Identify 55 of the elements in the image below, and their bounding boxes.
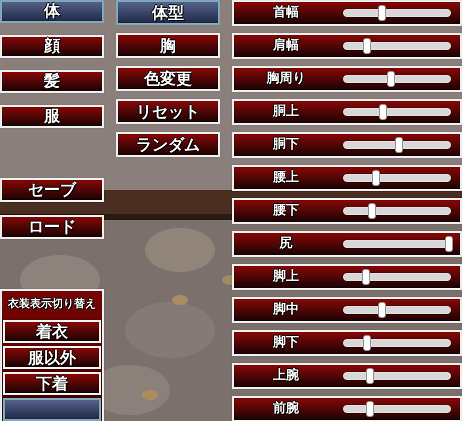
slider-thumb[interactable] [395,137,404,153]
slider-label: 上腕 [272,366,300,386]
slider[interactable] [343,137,451,153]
sub-tab[interactable]: ランダム [116,132,220,157]
slider-thumb[interactable] [366,368,374,384]
slider[interactable] [343,302,451,318]
outfit-option[interactable] [3,398,101,421]
sub-tab[interactable]: 胸 [116,33,220,58]
slider-thumb[interactable] [362,269,370,285]
category-tab[interactable]: 髪 [0,70,104,93]
slider-thumb[interactable] [378,302,386,318]
slider[interactable] [343,335,451,351]
slider-label: 尻 [278,235,294,254]
panel-title: 衣装表示切り替え [6,296,97,312]
save-button[interactable]: セーブ [0,178,104,202]
slider[interactable] [343,368,451,384]
slider-thumb[interactable] [386,71,395,87]
sub-tab[interactable]: 体型 [116,0,220,25]
slider-label: 胸周り [265,70,306,88]
sub-tab[interactable]: 色変更 [116,66,220,91]
slider-label: 腰下 [272,202,300,220]
slider-label: 脚下 [272,334,300,352]
slider[interactable] [343,38,451,54]
slider-thumb[interactable] [372,170,380,186]
slider[interactable] [343,203,451,219]
slider-label: 脚上 [272,268,300,286]
load-button[interactable]: ロード [0,214,104,238]
slider-thumb[interactable] [362,38,371,54]
slider[interactable] [343,104,451,120]
sub-tab[interactable]: リセット [116,99,220,124]
outfit-option[interactable]: 服以外 [3,346,101,369]
slider[interactable] [343,71,451,87]
slider[interactable] [343,236,451,252]
slider-label: 首幅 [272,4,300,22]
slider-thumb[interactable] [378,104,387,120]
slider[interactable] [343,5,451,21]
category-tab[interactable]: 顔 [0,34,104,58]
slider-label: 胴上 [272,103,300,122]
slider[interactable] [343,401,451,417]
slider[interactable] [343,170,451,186]
category-tab[interactable]: 服 [0,104,104,128]
outfit-option[interactable]: 着衣 [3,320,101,343]
slider-thumb[interactable] [366,401,374,417]
slider-thumb[interactable] [368,203,376,219]
category-tab[interactable]: 体 [0,0,104,23]
slider-thumb[interactable] [444,236,453,252]
slider-label: 胴下 [272,136,300,154]
slider[interactable] [343,269,451,285]
outfit-option[interactable]: 下着 [3,372,101,395]
slider-thumb[interactable] [362,335,371,351]
slider-label: 腰上 [272,169,300,188]
slider-label: 脚中 [272,301,300,320]
slider-label: 肩幅 [272,36,300,56]
slider-thumb[interactable] [378,5,386,21]
slider-label: 前腕 [272,400,300,418]
